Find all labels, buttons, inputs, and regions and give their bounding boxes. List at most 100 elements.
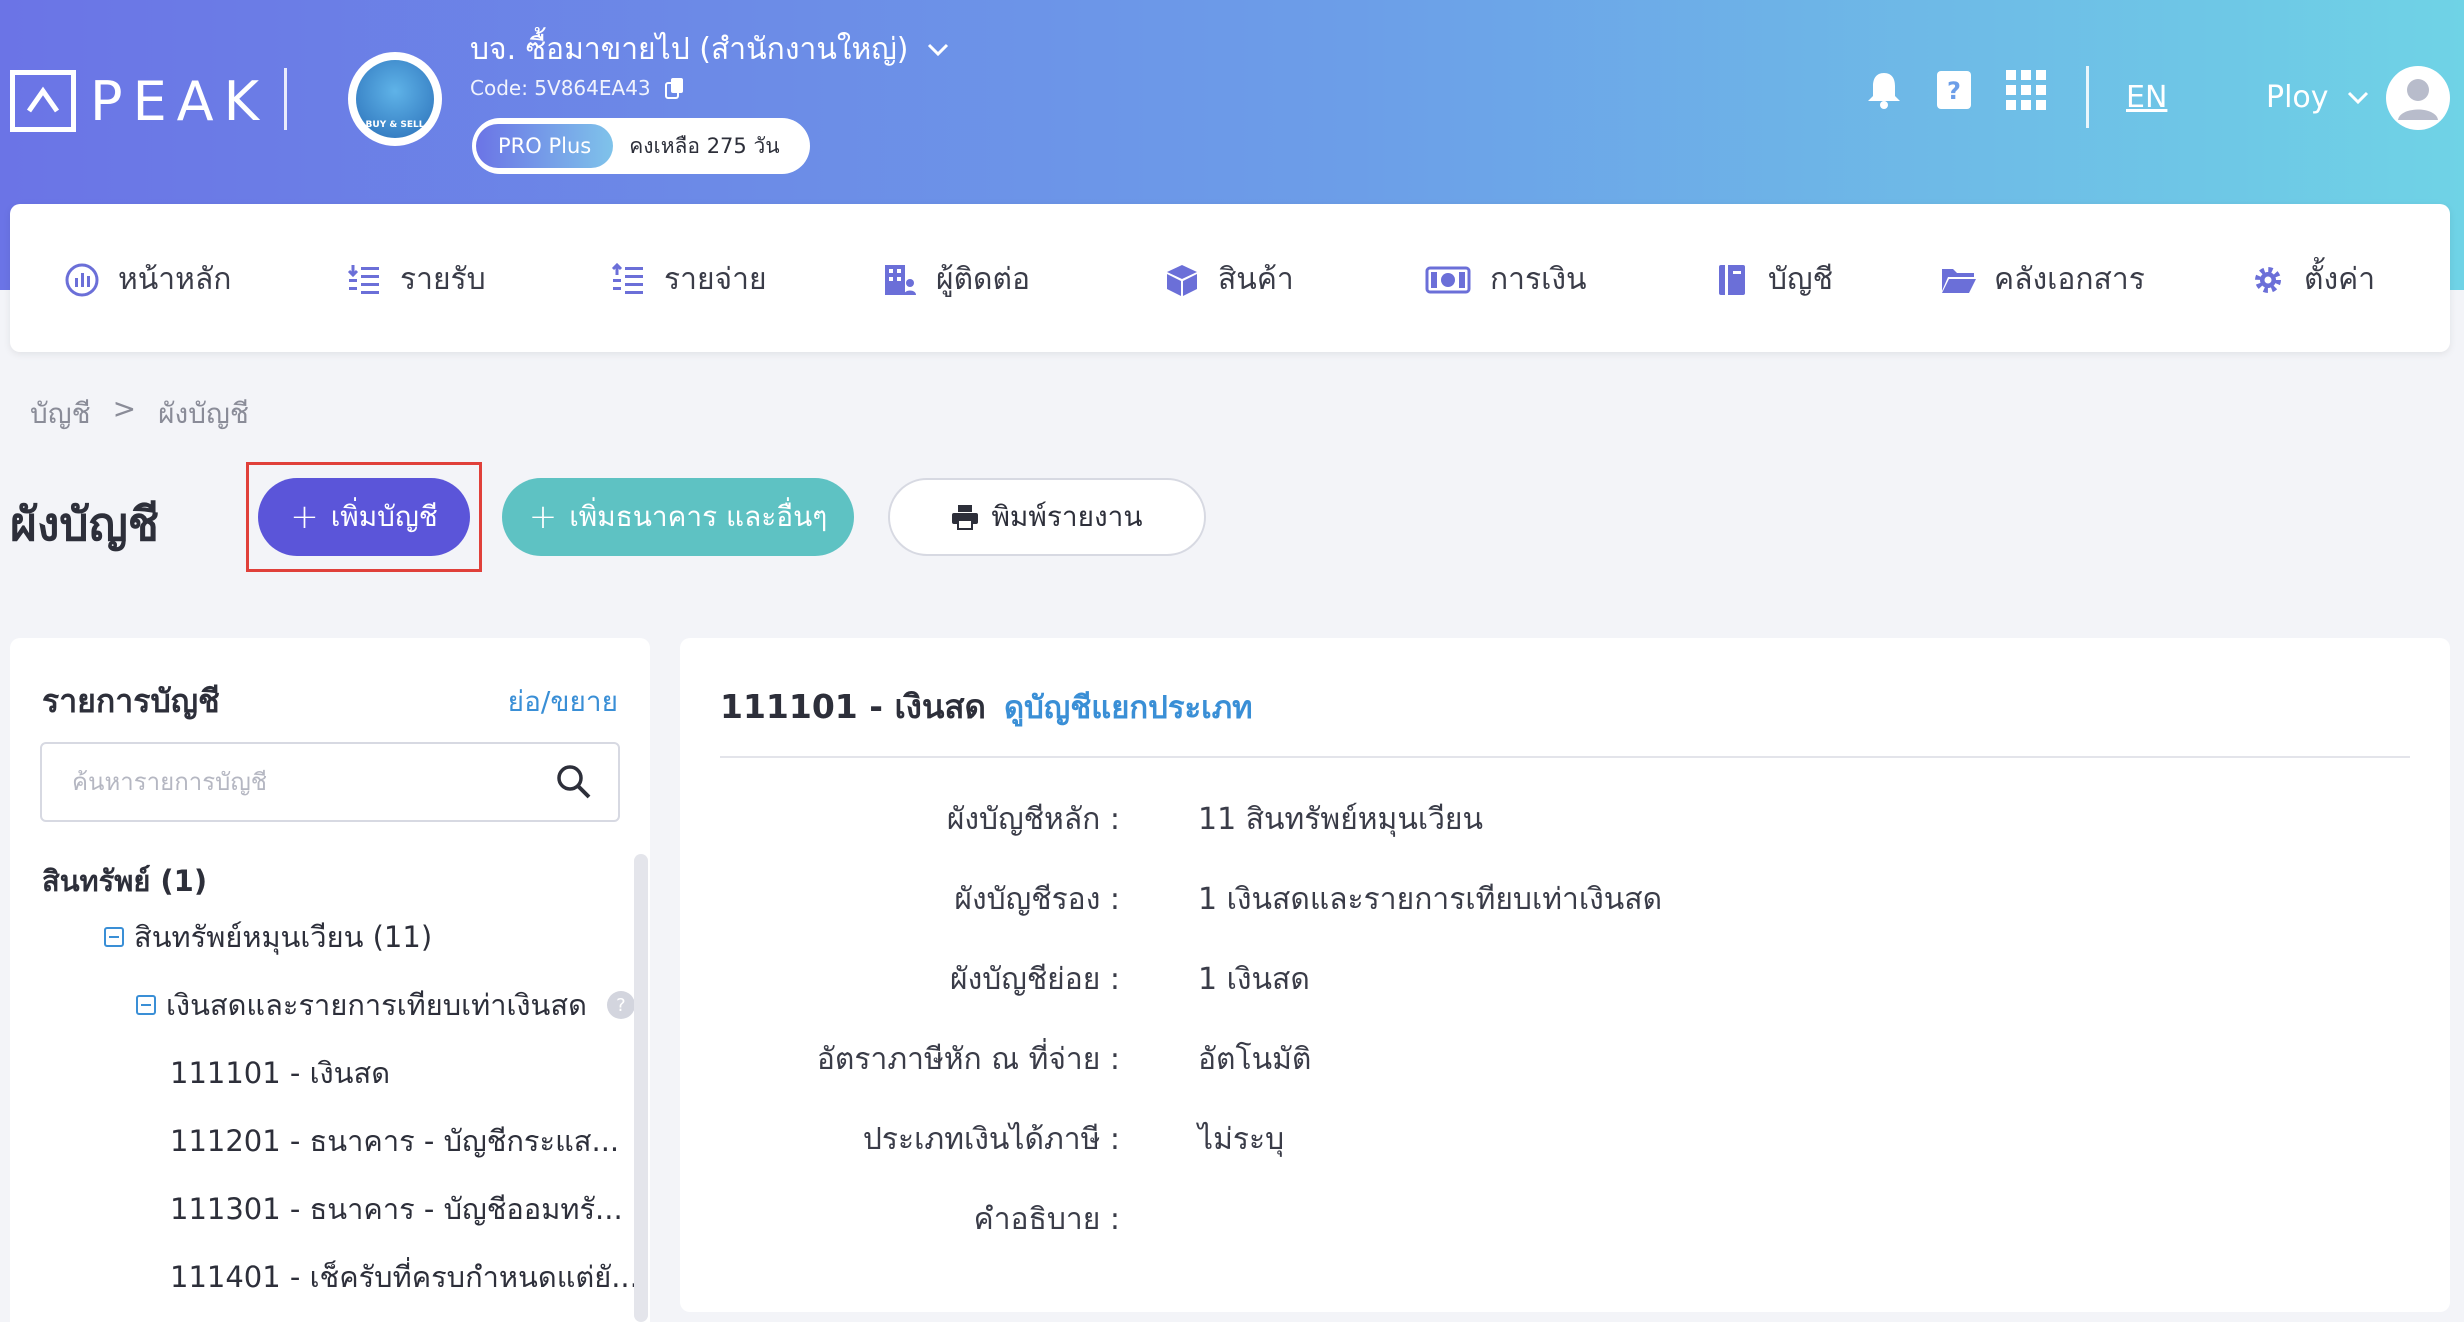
detail-divider	[720, 756, 2410, 758]
plus-icon: +	[528, 497, 558, 537]
chevron-down-icon	[927, 43, 948, 56]
nav-label: บัญชี	[1768, 262, 1833, 297]
detail-heading-row: 111101 - เงินสด ดูบัญชีแยกประเภท	[720, 680, 1253, 733]
nav-label: รายรับ	[400, 262, 486, 297]
breadcrumb-root[interactable]: บัญชี	[30, 392, 91, 436]
plan-remaining: คงเหลือ 275 วัน	[629, 133, 780, 158]
collapse-icon[interactable]	[136, 995, 156, 1015]
company-name: บจ. ซื้อมาขายไป (สำนักงานใหญ่)	[470, 32, 909, 67]
plan-pill[interactable]: PRO Plus คงเหลือ 275 วัน	[472, 118, 810, 174]
help-icon[interactable]: ?	[606, 991, 635, 1019]
row-value-wht-rate: อัตโนมัติ	[1198, 1042, 1312, 1077]
nav-item-accounting[interactable]: บัญชี	[1714, 256, 1833, 303]
row-value-sub-chart: 1 เงินสดและรายการเทียบเท่าเงินสด	[1198, 882, 1663, 917]
breadcrumb-current: ผังบัญชี	[158, 397, 249, 430]
plan-badge: PRO Plus	[476, 124, 614, 168]
header-divider-right	[2086, 66, 2089, 128]
nav-item-income[interactable]: รายรับ	[346, 256, 486, 303]
nav-label: ตั้งค่า	[2304, 262, 2376, 297]
tree-item-111401[interactable]: 111401 - เช็ครับที่ครบกำหนดแต่ยั...	[170, 1254, 639, 1300]
print-report-button[interactable]: พิมพ์รายงาน	[888, 478, 1206, 556]
nav-item-documents[interactable]: คลังเอกสาร	[1940, 256, 2145, 303]
nav-label: ผู้ติดต่อ	[936, 262, 1031, 297]
nav-label: หน้าหลัก	[118, 262, 232, 297]
tree-label: สินทรัพย์หมุนเวียน (11)	[134, 920, 433, 954]
nav-label: คลังเอกสาร	[1994, 262, 2145, 297]
chevron-down-icon	[2347, 91, 2368, 104]
peak-logo[interactable]: PEAK	[10, 69, 270, 133]
nav-label: สินค้า	[1218, 262, 1294, 297]
product-box-icon	[1164, 262, 1200, 298]
money-icon	[1424, 262, 1472, 298]
row-label-wht-rate: อัตราภาษีหัก ณ ที่จ่าย :	[816, 1042, 1120, 1077]
nav-item-expense[interactable]: รายจ่าย	[610, 256, 767, 303]
tree-item-cash-equivalents[interactable]: เงินสดและรายการเทียบเท่าเงินสด ?	[136, 982, 635, 1028]
tree-label: เงินสดและรายการเทียบเท่าเงินสด	[166, 988, 587, 1022]
language-switch[interactable]: EN	[2126, 80, 2167, 115]
nav-item-home[interactable]: หน้าหลัก	[64, 256, 231, 303]
panel-title: รายการบัญชี	[42, 682, 220, 720]
tree-item-111101[interactable]: 111101 - เงินสด	[170, 1050, 390, 1096]
user-menu[interactable]: Ploy	[2266, 80, 2369, 115]
svg-text:?: ?	[1947, 77, 1961, 105]
nav-item-finance[interactable]: การเงิน	[1424, 256, 1587, 303]
company-selector[interactable]: บจ. ซื้อมาขายไป (สำนักงานใหญ่)	[470, 26, 949, 73]
tree-item-current-assets[interactable]: สินทรัพย์หมุนเวียน (11)	[104, 914, 432, 960]
detail-heading: 111101 - เงินสด	[720, 687, 986, 726]
add-account-button[interactable]: + เพิ่มบัญชี	[258, 478, 470, 556]
avatar-text: BUY & SELL	[365, 120, 425, 130]
add-account-label: เพิ่มบัญชี	[330, 500, 438, 533]
account-detail-panel: 111101 - เงินสด ดูบัญชีแยกประเภท ผังบัญช…	[680, 638, 2450, 1312]
tree-item-assets[interactable]: สินทรัพย์ (1)	[42, 858, 207, 904]
copy-icon[interactable]	[664, 77, 685, 99]
tree-label: 111101 - เงินสด	[170, 1056, 391, 1090]
ledger-icon	[1714, 262, 1750, 298]
logo-mark-icon	[10, 70, 76, 132]
help-book-icon[interactable]: ?	[1932, 68, 1976, 112]
nav-item-products[interactable]: สินค้า	[1164, 256, 1294, 303]
tree-label: สินทรัพย์ (1)	[42, 864, 208, 898]
logo-text: PEAK	[90, 69, 270, 133]
add-bank-button[interactable]: + เพิ่มธนาคาร และอื่นๆ	[502, 478, 854, 556]
breadcrumb: บัญชี > ผังบัญชี	[30, 392, 249, 436]
folder-icon	[1940, 262, 1976, 298]
search-box	[40, 742, 620, 822]
row-label-main-chart: ผังบัญชีหลัก :	[946, 802, 1120, 837]
nav-item-contacts[interactable]: ผู้ติดต่อ	[882, 256, 1030, 303]
income-icon	[346, 262, 382, 298]
search-icon[interactable]	[556, 764, 592, 800]
company-code: Code: 5V864EA43	[470, 76, 651, 100]
collapse-icon[interactable]	[104, 927, 124, 947]
printer-icon	[952, 505, 979, 530]
tree-scrollbar[interactable]	[634, 854, 648, 1322]
main-nav: หน้าหลัก รายรับ รายจ่าย ผู้ติดต่อ สินค้า…	[10, 204, 2450, 352]
search-input[interactable]	[42, 744, 542, 820]
tree-label: 111201 - ธนาคาร - บัญชีกระแส...	[170, 1124, 620, 1158]
breadcrumb-separator: >	[112, 392, 137, 425]
bell-icon[interactable]	[1862, 68, 1906, 112]
nav-label: การเงิน	[1490, 262, 1587, 297]
row-label-income-type: ประเภทเงินได้ภาษี :	[862, 1122, 1120, 1157]
row-value-minor-chart: 1 เงินสด	[1198, 962, 1310, 997]
tree-item-111201[interactable]: 111201 - ธนาคาร - บัญชีกระแส...	[170, 1118, 619, 1164]
plus-icon: +	[290, 497, 319, 537]
apps-grid-icon[interactable]	[2004, 68, 2048, 112]
row-value-income-type: ไม่ระบุ	[1198, 1122, 1285, 1157]
company-code-row: Code: 5V864EA43	[470, 76, 685, 100]
gear-icon	[2250, 262, 2286, 298]
nav-label: รายจ่าย	[664, 262, 767, 297]
nav-item-settings[interactable]: ตั้งค่า	[2250, 256, 2375, 303]
contacts-icon	[882, 262, 918, 298]
expense-icon	[610, 262, 646, 298]
row-label-description: คำอธิบาย :	[973, 1202, 1120, 1237]
tree-label: 111301 - ธนาคาร - บัญชีออมทรั...	[170, 1192, 623, 1226]
company-avatar[interactable]: BUY & SELL	[348, 52, 442, 146]
page-title: ผังบัญชี	[10, 497, 160, 551]
tree-label: 111401 - เช็ครับที่ครบกำหนดแต่ยั...	[170, 1260, 639, 1294]
collapse-expand-toggle[interactable]: ย่อ/ขยาย	[508, 680, 618, 724]
view-ledger-link[interactable]: ดูบัญชีแยกประเภท	[1004, 682, 1253, 732]
user-name: Ploy	[2266, 80, 2329, 115]
add-bank-label: เพิ่มธนาคาร และอื่นๆ	[569, 500, 828, 533]
user-avatar[interactable]	[2386, 66, 2450, 130]
tree-item-111301[interactable]: 111301 - ธนาคาร - บัญชีออมทรั...	[170, 1186, 623, 1232]
